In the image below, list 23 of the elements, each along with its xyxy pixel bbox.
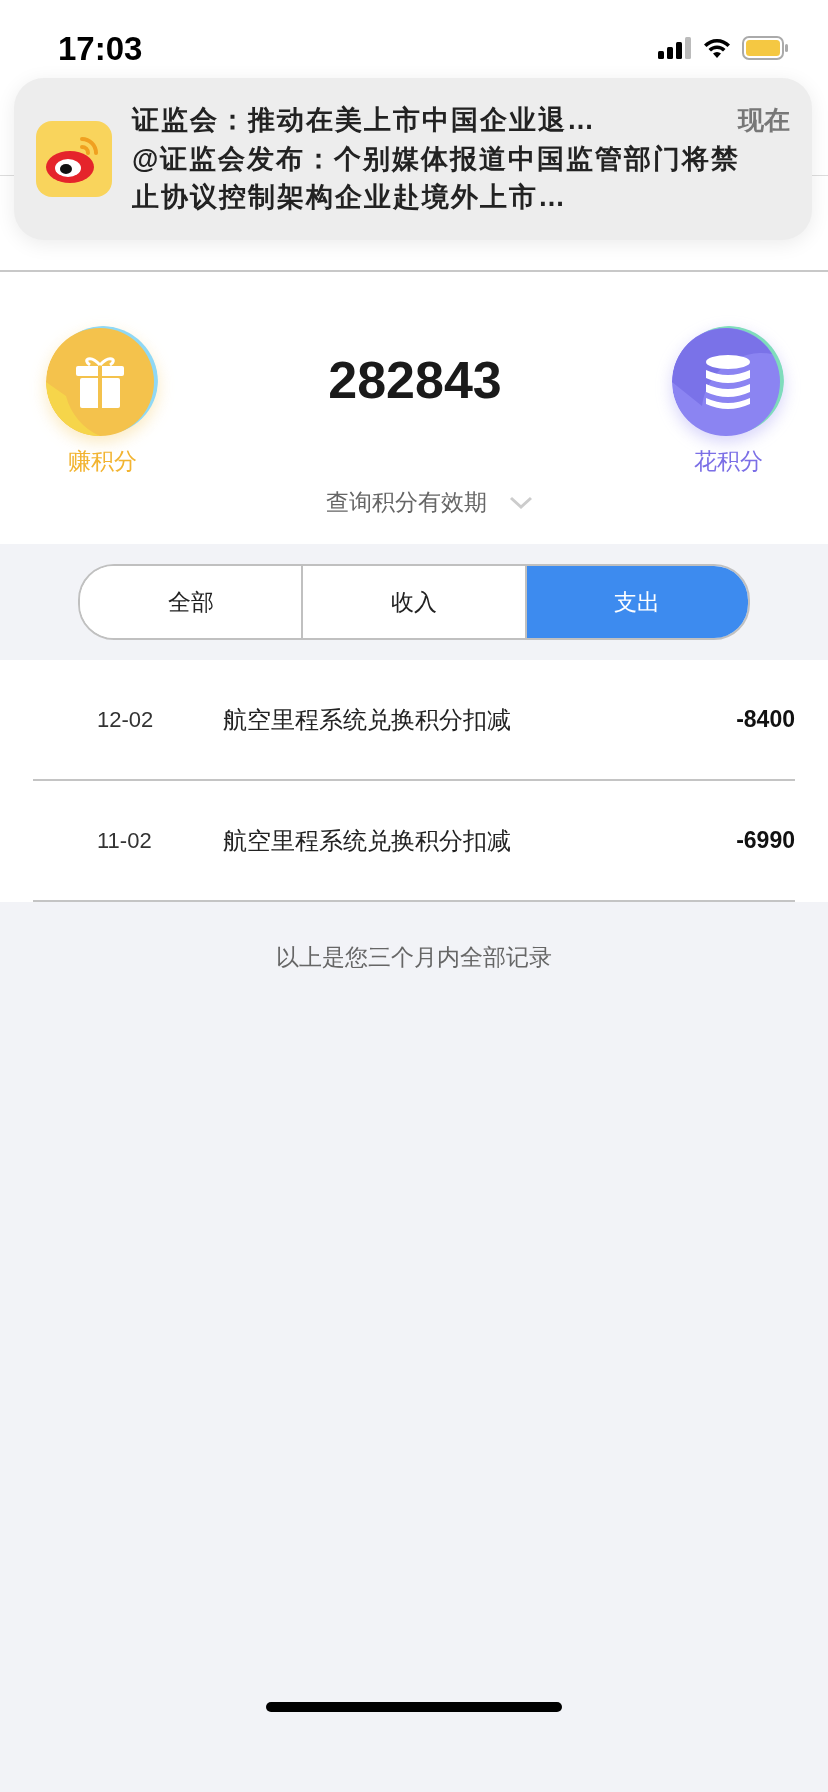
filter-tab[interactable]: 支出 xyxy=(524,566,748,638)
notification-card[interactable]: 证监会：推动在美上市中国企业退… 现在 @证监会发布：个别媒体报道中国监管部门将禁止协议控制架构企业赴境外上市… xyxy=(14,78,812,240)
wifi-icon xyxy=(702,37,732,59)
chevron-down-icon[interactable] xyxy=(508,495,533,510)
points-total: 282843 xyxy=(328,351,502,409)
signal-icon xyxy=(658,37,692,59)
record-date: 11-02 xyxy=(96,827,153,854)
database-icon[interactable] xyxy=(672,326,784,438)
record-description: 航空里程系统兑换积分扣减 xyxy=(223,825,512,856)
expiry-link[interactable]: 查询积分有效期 xyxy=(325,487,487,518)
gift-icon[interactable] xyxy=(46,326,158,438)
notification-time: 现在 xyxy=(738,104,790,137)
app-logo-icon xyxy=(36,121,112,197)
spend-points-link[interactable]: 花积分 xyxy=(693,446,763,477)
battery-icon xyxy=(742,36,788,60)
record-date: 12-02 xyxy=(96,706,155,733)
record-amount: -6990 xyxy=(736,827,795,854)
footer-note: 以上是您三个月内全部记录 xyxy=(276,943,552,972)
record-description: 航空里程系统兑换积分扣减 xyxy=(223,704,512,735)
record-amount: -8400 xyxy=(736,706,795,733)
status-time: 17:03 xyxy=(58,30,143,68)
notification-body: @证监会发布：个别媒体报道中国监管部门将禁止协议控制架构企业赴境外上市… xyxy=(132,143,742,214)
notification-title: 证监会：推动在美上市中国企业退… xyxy=(132,104,596,137)
